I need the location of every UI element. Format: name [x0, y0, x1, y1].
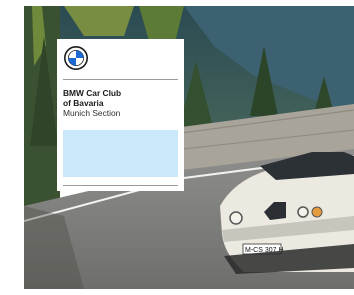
accent-box	[63, 130, 178, 177]
club-name: BMW Car Club of Bavaria	[63, 88, 181, 108]
club-name-line1: BMW Car Club	[63, 88, 122, 98]
card-divider-top	[63, 79, 178, 80]
club-section: Munich Section	[63, 108, 121, 118]
club-name-line2: of Bavaria	[63, 97, 104, 108]
card-divider-bottom	[63, 185, 178, 186]
bmw-roundel-icon	[64, 46, 88, 70]
club-info-card: BMW Car Club of Bavaria Munich Section	[57, 39, 184, 191]
